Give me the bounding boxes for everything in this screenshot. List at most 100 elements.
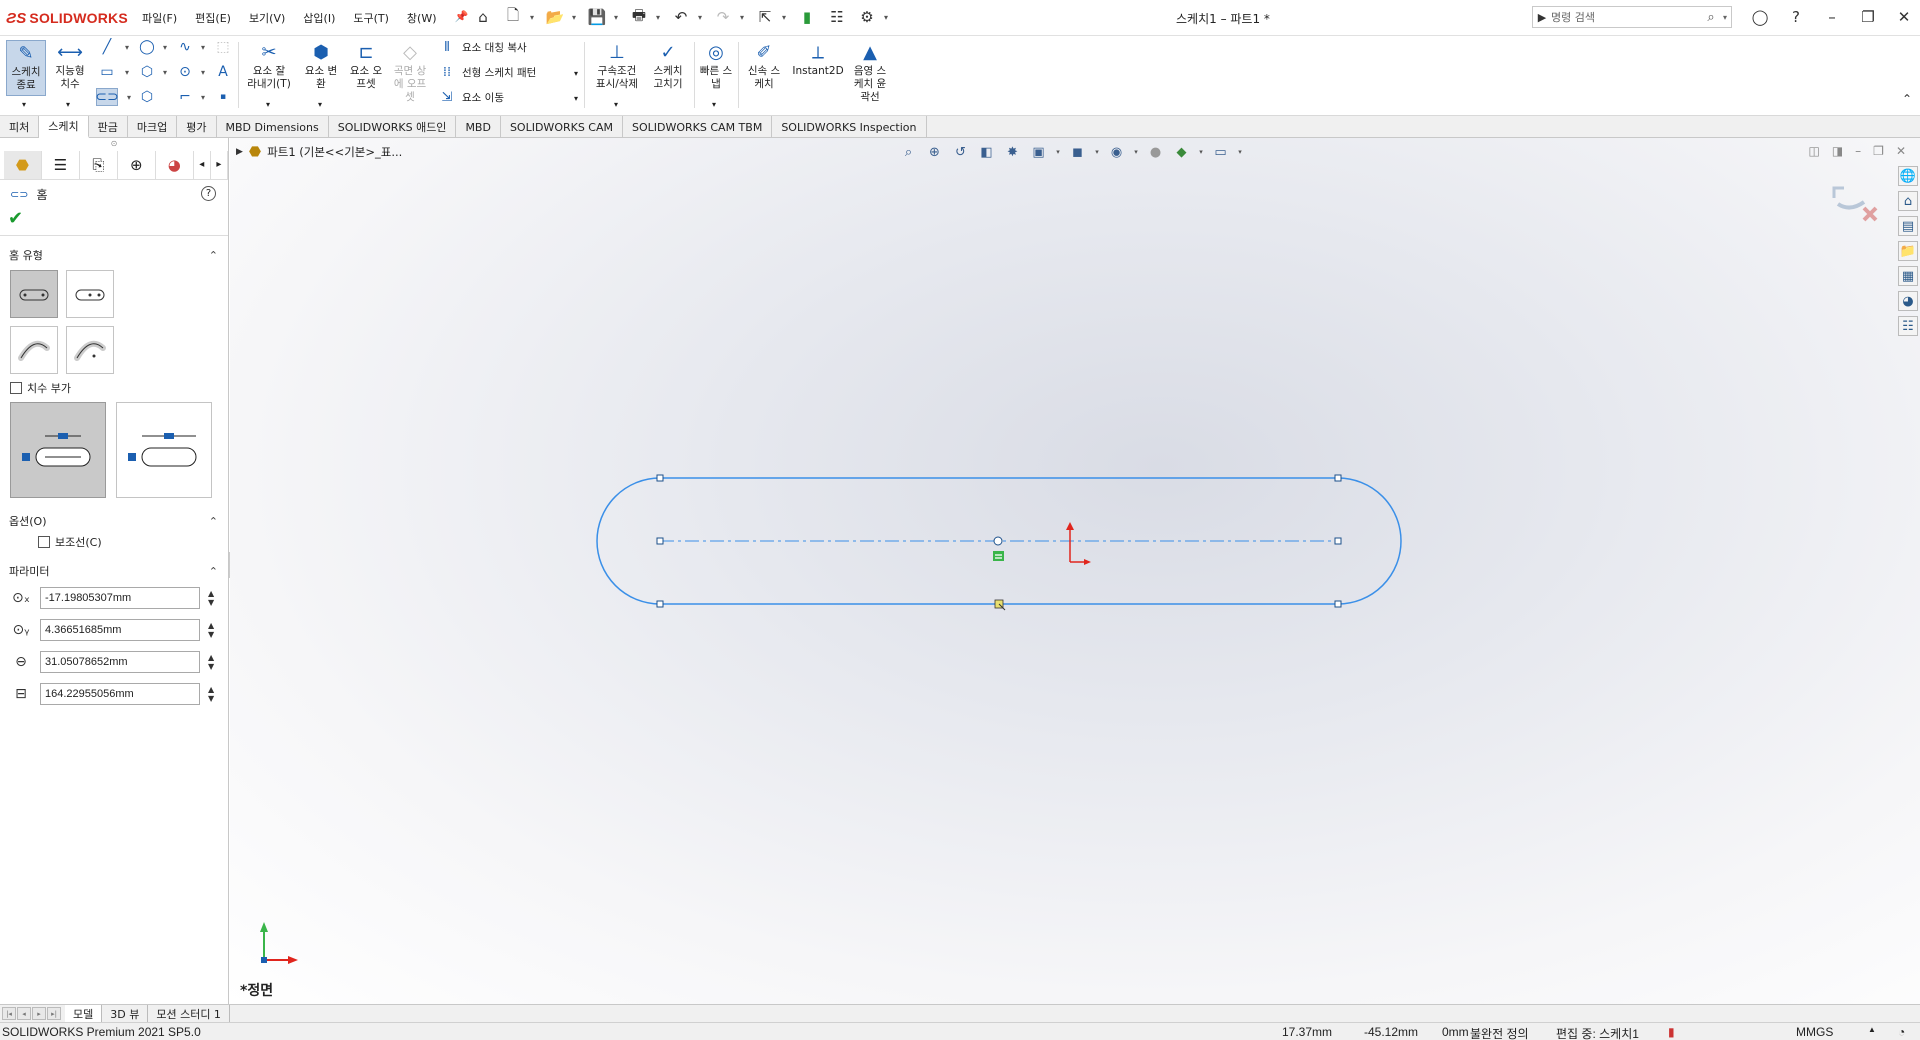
home-icon[interactable]: ⌂ — [470, 6, 496, 28]
mirror-entities-button[interactable]: ⫴ 요소 대칭 복사 — [438, 40, 526, 55]
tabs-scroll-left-icon[interactable]: ◂ — [194, 150, 211, 179]
pin-icon[interactable]: 📌 — [453, 8, 471, 28]
undo-dropdown-icon[interactable]: ▾ — [698, 13, 706, 22]
center-x-input[interactable]: -17.19805307mm — [40, 587, 200, 609]
tab-model[interactable]: 모델 — [65, 1005, 103, 1022]
line-dropdown-icon[interactable]: ▾ — [118, 38, 136, 56]
tab-sheet-metal[interactable]: 판금 — [89, 116, 128, 138]
instant2d-button[interactable]: ⟂ Instant2D — [790, 40, 846, 78]
offset-on-surface-button[interactable]: ◇ 곡면 상 에 오프 셋 — [390, 40, 430, 104]
construction-checkbox[interactable] — [38, 536, 50, 548]
polygon-icon[interactable]: ⬡ — [138, 63, 156, 81]
spin-down-icon[interactable]: ▼ — [208, 662, 214, 671]
options-gear-icon[interactable]: ⚙ — [854, 6, 880, 28]
search-scope-icon[interactable]: ▶ — [1533, 11, 1551, 24]
add-dimensions-checkbox[interactable] — [10, 382, 22, 394]
rebuild-indicator-icon[interactable]: ▮ — [1668, 1025, 1675, 1039]
smart-dimension-button[interactable]: ⟷ 지능형 치수 — [50, 40, 90, 96]
3point-arc-slot-button[interactable] — [10, 326, 58, 374]
menu-edit[interactable]: 편집(E) — [193, 8, 233, 28]
sketch-origin-icon[interactable] — [1066, 522, 1091, 565]
property-manager-tab-icon[interactable]: ☰ — [42, 150, 80, 179]
display-manager-tab-icon[interactable]: ◕ — [156, 150, 194, 179]
linear-sketch-pattern-button[interactable]: ⁞⁞ 선형 스케치 패턴 — [438, 65, 536, 80]
unit-system[interactable]: MMGS — [1796, 1025, 1833, 1039]
overall-length-button[interactable] — [116, 402, 212, 498]
chevron-up-icon[interactable]: ⌃ — [209, 515, 218, 528]
fillet-icon[interactable]: ⌐ — [176, 88, 194, 106]
menu-window[interactable]: 창(W) — [405, 8, 439, 28]
next-tab-icon[interactable]: ▸ — [32, 1007, 46, 1020]
exit-sketch-dropdown-icon[interactable]: ▾ — [22, 100, 26, 109]
open-dropdown-icon[interactable]: ▾ — [572, 13, 580, 22]
slot-width-input[interactable]: 31.05078652mm — [40, 651, 200, 673]
rectangle-dropdown-icon[interactable]: ▾ — [118, 63, 136, 81]
quick-tips-icon[interactable]: ◔ — [1898, 1025, 1905, 1039]
collapse-ribbon-chevron-up-icon[interactable]: ⌃ — [1902, 92, 1912, 106]
slot-width-spinner[interactable]: ▲ ▼ — [208, 653, 214, 671]
search-input[interactable]: 명령 검색 — [1551, 9, 1703, 25]
sketch-point[interactable] — [1334, 474, 1342, 482]
solidworks-logo[interactable]: ƧS SOLIDWORKS — [6, 8, 128, 28]
quick-snaps-button[interactable]: ◎ 빠른 스 냅 — [698, 40, 734, 91]
rapid-sketch-button[interactable]: ✐ 신속 스 케치 — [742, 40, 786, 91]
user-account-icon[interactable]: ◯ — [1744, 4, 1776, 30]
tab-solidworks-addins[interactable]: SOLIDWORKS 애드인 — [329, 116, 457, 138]
group-options-header[interactable]: 옵션(O) ⌃ — [0, 510, 228, 532]
spin-up-icon[interactable]: ▲ — [208, 589, 214, 598]
menu-tools[interactable]: 도구(T) — [351, 8, 391, 28]
horizontal-relation-icon[interactable] — [993, 551, 1004, 561]
polygon-small-icon[interactable]: ⬡ — [138, 88, 156, 106]
tab-evaluate[interactable]: 평가 — [177, 116, 217, 138]
smart-dim-dropdown-icon[interactable]: ▾ — [66, 100, 70, 109]
unit-system-dropdown-icon[interactable]: ▲ — [1868, 1025, 1876, 1034]
straight-slot-icon[interactable]: ⊂⊃ — [95, 88, 119, 106]
last-tab-icon[interactable]: ▸| — [47, 1007, 61, 1020]
command-search-box[interactable]: ▶ 명령 검색 ⌕ ▾ — [1532, 6, 1732, 28]
spline-dropdown-icon[interactable]: ▾ — [194, 38, 212, 56]
minimize-icon[interactable]: – — [1816, 4, 1848, 30]
chevron-up-icon[interactable]: ⌃ — [209, 565, 218, 578]
redo-icon[interactable]: ↷ — [710, 6, 736, 28]
panel-grip[interactable]: ⊙ — [0, 138, 228, 150]
close-icon[interactable]: ✕ — [1888, 4, 1920, 30]
slot-dropdown-icon[interactable]: ▾ — [120, 88, 138, 106]
polygon-dropdown-icon[interactable]: ▾ — [156, 63, 174, 81]
ok-checkmark-button[interactable]: ✔ — [0, 208, 228, 236]
save-dropdown-icon[interactable]: ▾ — [614, 13, 622, 22]
new-dropdown-icon[interactable]: ▾ — [530, 13, 538, 22]
sketch-point[interactable] — [656, 474, 664, 482]
sketch-point[interactable] — [656, 600, 664, 608]
center-to-center-button[interactable] — [10, 402, 106, 498]
slot-length-spinner[interactable]: ▲ ▼ — [208, 685, 214, 703]
tab-mbd[interactable]: MBD — [456, 116, 501, 138]
center-x-spinner[interactable]: ▲ ▼ — [208, 589, 214, 607]
menu-insert[interactable]: 삽입(I) — [301, 8, 337, 28]
point-icon[interactable]: ▪ — [214, 88, 232, 106]
chevron-up-icon[interactable]: ⌃ — [209, 249, 218, 262]
first-tab-icon[interactable]: |◂ — [2, 1007, 16, 1020]
move-entities-button[interactable]: ⇲ 요소 이동 — [438, 90, 504, 105]
tab-3d-views[interactable]: 3D 뷰 — [102, 1005, 149, 1022]
pattern-dropdown-icon[interactable]: ▾ — [574, 69, 578, 78]
configuration-manager-tab-icon[interactable]: ⎘ — [80, 150, 118, 179]
select-pointer-icon[interactable]: ⇱ — [752, 6, 778, 28]
undo-icon[interactable]: ↶ — [668, 6, 694, 28]
trim-entities-button[interactable]: ✂ 요소 잘 라내기(T) — [244, 40, 294, 91]
group-slot-type-header[interactable]: 홈 유형 ⌃ — [0, 244, 228, 266]
block-icon[interactable]: ⬚ — [214, 38, 232, 56]
menu-view[interactable]: 보기(V) — [247, 8, 287, 28]
open-folder-icon[interactable]: 📂 — [542, 6, 568, 28]
help-icon[interactable]: ? — [1780, 4, 1812, 30]
tab-solidworks-cam-tbm[interactable]: SOLIDWORKS CAM TBM — [623, 116, 773, 138]
redo-dropdown-icon[interactable]: ▾ — [740, 13, 748, 22]
straight-slot-button[interactable] — [10, 270, 58, 318]
fillet-dropdown-icon[interactable]: ▾ — [194, 88, 212, 106]
tab-markup[interactable]: 마크업 — [128, 116, 178, 138]
prev-tab-icon[interactable]: ◂ — [17, 1007, 31, 1020]
spline-icon[interactable]: ∿ — [176, 38, 194, 56]
sketch-point[interactable] — [1334, 537, 1342, 545]
trim-dropdown-icon[interactable]: ▾ — [266, 100, 270, 109]
sketch-canvas[interactable] — [230, 138, 1920, 1004]
convert-entities-button[interactable]: ⬢ 요소 변 환 — [300, 40, 342, 91]
